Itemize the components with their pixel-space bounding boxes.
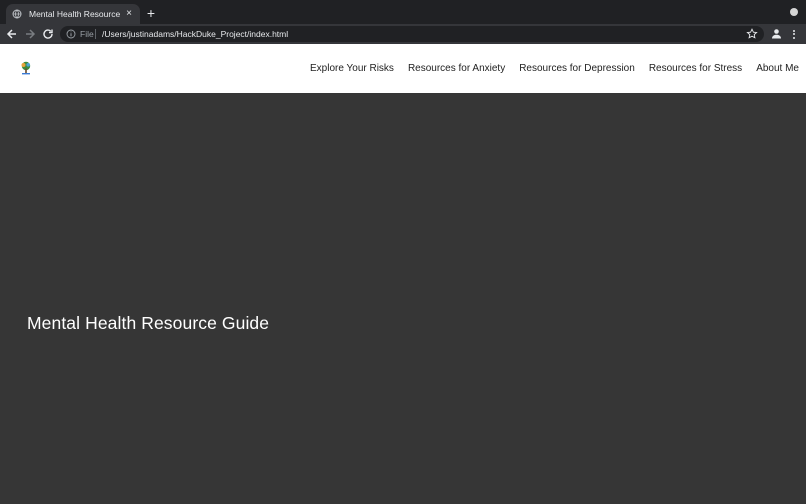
url-separator <box>95 29 96 39</box>
info-icon[interactable] <box>66 29 76 39</box>
nav-resources-anxiety[interactable]: Resources for Anxiety <box>408 63 505 75</box>
hero-title: Mental Health Resource Guide <box>27 313 270 333</box>
forward-button[interactable] <box>23 27 37 41</box>
tab-title: Mental Health Resource Guide <box>29 9 122 19</box>
new-tab-button[interactable]: + <box>144 6 158 20</box>
nav-explore-your-risks[interactable]: Explore Your Risks <box>310 63 394 75</box>
browser-tab-strip: Mental Health Resource Guide × + <box>0 0 806 24</box>
tab-search-icon[interactable] <box>790 8 798 16</box>
reload-icon <box>43 29 53 39</box>
tab-close-icon[interactable]: × <box>122 7 136 21</box>
address-bar[interactable]: File /Users/justinadams/HackDuke_Project… <box>60 26 764 42</box>
back-arrow-icon <box>6 29 16 39</box>
browser-tab[interactable]: Mental Health Resource Guide × <box>6 4 140 24</box>
tree-logo-icon[interactable] <box>19 61 33 76</box>
nav-about-me[interactable]: About Me <box>756 63 799 75</box>
bookmark-star-icon[interactable] <box>746 28 758 40</box>
forward-arrow-icon <box>26 29 36 39</box>
site-nav: Explore Your Risks Resources for Anxiety… <box>310 63 799 75</box>
browser-menu-button[interactable] <box>788 27 800 41</box>
url-text[interactable]: /Users/justinadams/HackDuke_Project/inde… <box>102 28 288 40</box>
nav-resources-depression[interactable]: Resources for Depression <box>519 63 635 75</box>
nav-resources-stress[interactable]: Resources for Stress <box>649 63 742 75</box>
globe-icon <box>12 9 22 19</box>
reload-button[interactable] <box>41 27 55 41</box>
back-button[interactable] <box>5 27 19 41</box>
browser-toolbar: File /Users/justinadams/HackDuke_Project… <box>0 24 806 44</box>
profile-avatar-icon[interactable] <box>770 27 783 40</box>
hero-section <box>0 93 806 504</box>
url-scheme-label: File <box>80 29 94 39</box>
